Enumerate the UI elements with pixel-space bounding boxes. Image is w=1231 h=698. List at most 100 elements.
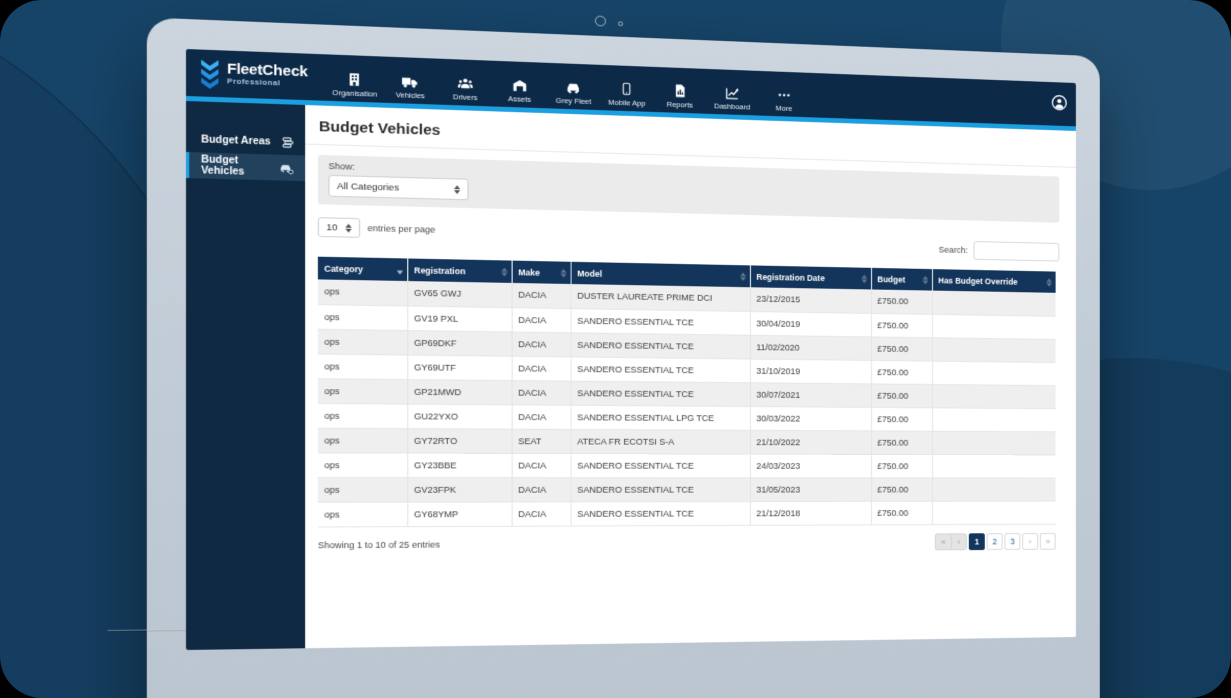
- cell-budget: £750.00: [871, 383, 932, 407]
- cell-make: DACIA: [512, 380, 571, 405]
- nav-item-assets[interactable]: Assets: [493, 77, 547, 104]
- cell-category: ops: [318, 452, 407, 477]
- cell-registration: GV19 PXL: [407, 306, 511, 332]
- table-row[interactable]: ops GY72RTO SEAT ATECA FR ECOTSI S-A 21/…: [318, 428, 1056, 455]
- truck-icon: [401, 74, 419, 89]
- nav-item-dashboard[interactable]: Dashboard: [706, 85, 758, 112]
- nav-item-more[interactable]: More: [758, 87, 810, 113]
- entries-summary: Showing 1 to 10 of 25 entries: [318, 539, 440, 549]
- nav-item-vehicles[interactable]: Vehicles: [383, 73, 438, 100]
- cell-has-budget-override: [932, 501, 1056, 525]
- table-row[interactable]: ops GY68YMP DACIA SANDERO ESSENTIAL TCE …: [318, 501, 1056, 527]
- cell-make: DACIA: [512, 453, 571, 477]
- budget-vehicles-table: Category Registration Make Model Registr…: [318, 257, 1056, 527]
- cell-registration-date: 21/12/2018: [750, 501, 871, 525]
- entries-per-page-label: entries per page: [367, 223, 435, 234]
- cell-make: DACIA: [512, 404, 571, 429]
- nav-item-drivers[interactable]: Drivers: [438, 75, 493, 102]
- hero-card: FleetCheck Professional Organisation Veh…: [0, 0, 1231, 698]
- cell-category: ops: [318, 279, 407, 305]
- sidebar-item-budget-areas[interactable]: Budget Areas: [186, 126, 305, 155]
- cell-budget: £750.00: [871, 501, 932, 525]
- cell-registration: GY72RTO: [407, 428, 511, 453]
- cell-make: SEAT: [512, 429, 571, 453]
- cell-registration-date: 24/03/2023: [750, 454, 871, 478]
- column-header-model[interactable]: Model: [571, 262, 750, 287]
- column-header-has-budget-override[interactable]: Has Budget Override: [932, 269, 1056, 293]
- column-header-make[interactable]: Make: [512, 261, 571, 284]
- car-icon: [565, 80, 582, 95]
- cell-budget: £750.00: [871, 336, 932, 360]
- sidebar: Budget Areas Budget Vehicles: [186, 101, 305, 650]
- page-size-select[interactable]: 10: [318, 217, 360, 238]
- cell-make: DACIA: [512, 331, 571, 356]
- nav-item-grey-fleet[interactable]: Grey Fleet: [547, 79, 601, 106]
- cell-registration-date: 30/07/2021: [750, 382, 871, 407]
- nav-item-organisation[interactable]: Organisation: [327, 71, 383, 99]
- cell-registration: GP21MWD: [407, 379, 511, 404]
- warehouse-icon: [511, 78, 527, 93]
- column-header-category[interactable]: Category: [318, 257, 407, 281]
- column-header-budget[interactable]: Budget: [871, 268, 932, 291]
- cell-has-budget-override: [932, 361, 1056, 386]
- first-page-button[interactable]: «: [935, 533, 951, 550]
- cell-budget: £750.00: [871, 477, 932, 500]
- page-3-button[interactable]: 3: [1004, 533, 1020, 550]
- nav-item-mobile-app[interactable]: Mobile App: [600, 80, 653, 108]
- cell-model: SANDERO ESSENTIAL TCE: [571, 308, 750, 335]
- cell-registration: GY69UTF: [407, 355, 511, 380]
- webcam-icon: [595, 15, 606, 26]
- report-icon: [673, 83, 687, 99]
- cell-model: SANDERO ESSENTIAL LPG TCE: [571, 405, 750, 430]
- cell-registration-date: 30/04/2019: [750, 311, 871, 336]
- prev-page-button[interactable]: ‹: [951, 533, 967, 550]
- cell-category: ops: [318, 329, 407, 355]
- page-1-button[interactable]: 1: [969, 533, 985, 550]
- column-header-registration[interactable]: Registration: [407, 258, 511, 282]
- cell-registration: GV65 GWJ: [407, 281, 511, 307]
- cell-has-budget-override: [932, 314, 1056, 339]
- column-header-registration-date[interactable]: Registration Date: [750, 265, 871, 289]
- cell-make: DACIA: [512, 307, 571, 332]
- filter-panel: Show: All Categories: [318, 155, 1059, 223]
- sort-icon: [922, 275, 928, 284]
- next-page-button[interactable]: ›: [1022, 533, 1038, 550]
- cell-has-budget-override: [932, 407, 1056, 431]
- sidebar-item-budget-vehicles[interactable]: Budget Vehicles: [186, 152, 305, 181]
- cell-registration: GY68YMP: [407, 501, 511, 526]
- table-row[interactable]: ops GU22YXO DACIA SANDERO ESSENTIAL LPG …: [318, 403, 1056, 431]
- cell-model: SANDERO ESSENTIAL TCE: [571, 356, 750, 382]
- table-row[interactable]: ops GV23FPK DACIA SANDERO ESSENTIAL TCE …: [318, 477, 1056, 502]
- building-icon: [347, 72, 363, 87]
- chart-icon: [724, 86, 740, 101]
- nav-item-reports[interactable]: Reports: [653, 82, 706, 110]
- webcam-led-icon: [618, 21, 623, 26]
- search-input[interactable]: [974, 241, 1060, 261]
- cell-has-budget-override: [932, 337, 1056, 362]
- user-avatar-icon[interactable]: [1051, 94, 1068, 111]
- cell-model: SANDERO ESSENTIAL TCE: [571, 501, 750, 525]
- cell-category: ops: [318, 428, 407, 453]
- last-page-button[interactable]: »: [1040, 532, 1056, 549]
- cell-model: DUSTER LAUREATE PRIME DCI: [571, 284, 750, 311]
- category-select[interactable]: All Categories: [328, 175, 468, 200]
- cell-model: SANDERO ESSENTIAL TCE: [571, 381, 750, 406]
- cell-category: ops: [318, 354, 407, 380]
- fleetcheck-logo[interactable]: FleetCheck Professional: [186, 58, 318, 93]
- cell-make: DACIA: [512, 283, 571, 308]
- cell-model: ATECA FR ECOTSI S-A: [571, 429, 750, 454]
- cell-make: DACIA: [512, 501, 571, 525]
- cell-registration: GU22YXO: [407, 404, 511, 429]
- cell-has-budget-override: [932, 291, 1056, 316]
- table-footer: Showing 1 to 10 of 25 entries « ‹ 1 2 3 …: [318, 532, 1056, 553]
- cell-category: ops: [318, 304, 407, 330]
- cell-model: SANDERO ESSENTIAL TCE: [571, 332, 750, 358]
- sort-icon: [740, 272, 746, 281]
- cell-registration-date: 31/05/2023: [750, 477, 871, 501]
- main-content: Budget Vehicles Show: All Categories 10: [305, 105, 1076, 648]
- cell-budget: £750.00: [871, 313, 932, 337]
- page-2-button[interactable]: 2: [987, 533, 1003, 550]
- table-row[interactable]: ops GY23BBE DACIA SANDERO ESSENTIAL TCE …: [318, 452, 1056, 477]
- sort-icon: [560, 268, 566, 277]
- cell-category: ops: [318, 403, 407, 428]
